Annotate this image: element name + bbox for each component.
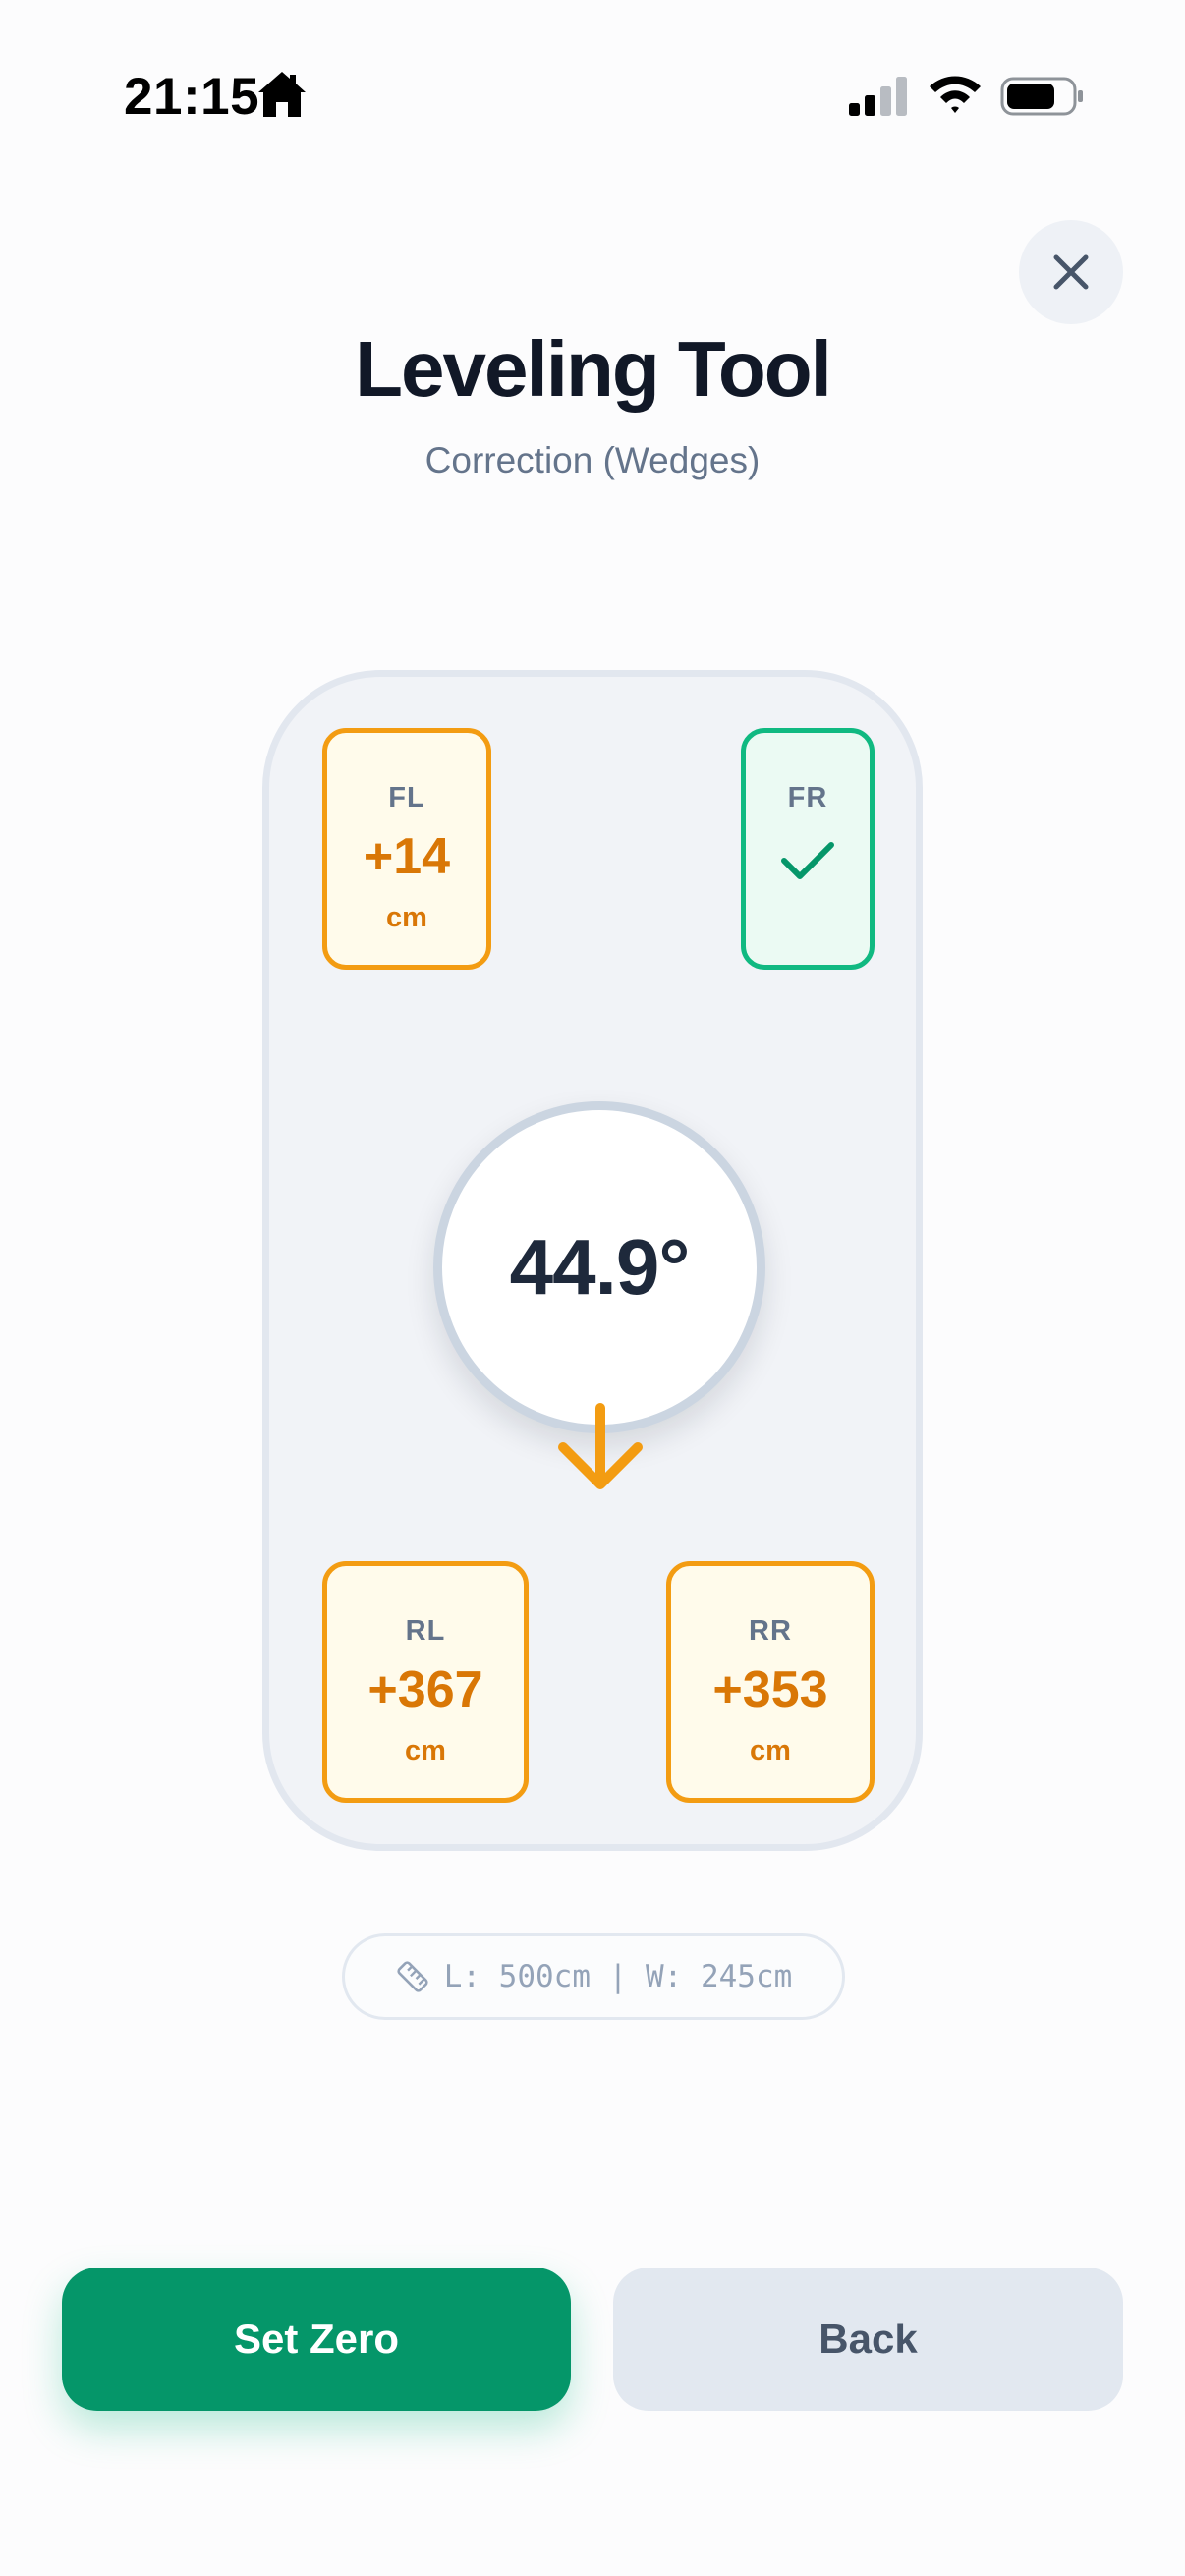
wheel-unit: cm [405, 1735, 446, 1766]
wheel-front-right: FR [741, 728, 875, 970]
page-subtitle: Correction (Wedges) [424, 440, 761, 480]
wheel-front-left: FL +14 cm [322, 728, 491, 970]
angle-gauge: 44.9° [433, 1101, 765, 1433]
wheel-rear-left: RL +367 cm [322, 1561, 529, 1803]
dimensions-text: L: 500cm | W: 245cm [443, 1959, 793, 1994]
wheel-label: RR [749, 1615, 792, 1647]
wifi-icon [930, 76, 981, 113]
angle-value: 44.9° [509, 1223, 691, 1311]
page-title: Leveling Tool [355, 325, 832, 413]
wheel-correction-value: +14 [363, 828, 451, 885]
wheel-label: RL [405, 1615, 446, 1647]
status-time: 21:15 [124, 68, 260, 126]
vehicle-outline: FL +14 cm FR 44.9° RL +367 cm RR +353 cm [262, 670, 923, 1851]
dimensions-chip: L: 500cm | W: 245cm [342, 1933, 845, 2020]
signal-icon [849, 77, 907, 116]
set-zero-button[interactable]: Set Zero [62, 2268, 571, 2411]
wheel-label: FL [388, 782, 425, 813]
back-button[interactable]: Back [613, 2268, 1123, 2411]
wheel-rear-right: RR +353 cm [666, 1561, 875, 1803]
wheel-unit: cm [750, 1735, 791, 1766]
wheel-correction-value: +353 [712, 1661, 828, 1718]
battery-icon [1000, 77, 1083, 116]
close-icon [1053, 254, 1089, 290]
ruler-icon [397, 1961, 428, 1992]
wheel-unit: cm [386, 902, 427, 933]
wheel-correction-value: +367 [367, 1661, 483, 1718]
close-button[interactable] [1019, 220, 1123, 324]
status-bar: 21:15 [0, 0, 1185, 192]
wheel-label: FR [787, 782, 828, 813]
check-icon [781, 842, 834, 879]
arrow-down-icon [558, 1403, 643, 1489]
home-icon [258, 72, 306, 117]
